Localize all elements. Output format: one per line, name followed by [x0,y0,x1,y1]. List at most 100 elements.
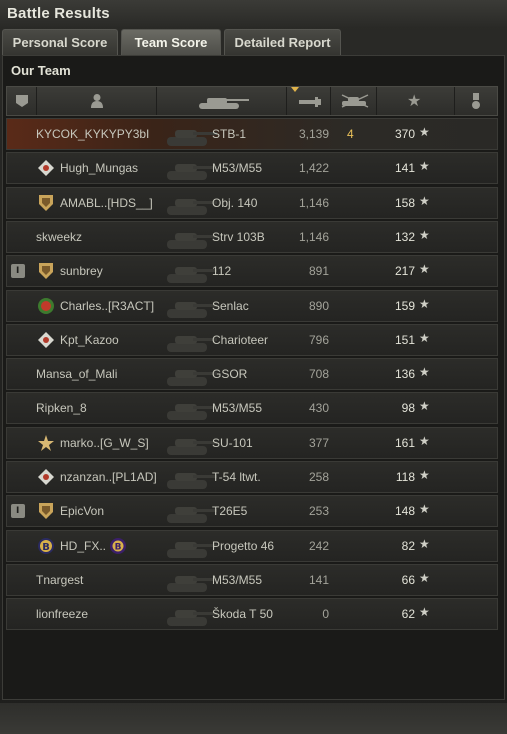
experience-star-icon: ★ [419,468,430,482]
damage-value: 796 [308,332,329,347]
player-name[interactable]: marko..[G_W_S] [60,436,149,450]
experience-star-icon: ★ [419,193,430,208]
damage-value: 242 [308,538,329,553]
experience-star-icon: ★ [419,570,430,585]
tank-name: STB-1 [212,127,247,141]
experience-star-icon: ★ [419,296,430,311]
table-row[interactable]: I EpicVon T26E5 253 148 ★ [6,495,498,528]
player-name[interactable]: AMABL..[HDS__] [60,196,153,210]
bottom-bar [0,703,507,734]
experience-value: 118 [395,470,415,484]
player-name[interactable]: Hugh_Mungas [60,161,138,175]
tab-personal-score[interactable]: Personal Score [2,29,118,55]
player-name[interactable]: nzanzan..[PL1AD] [60,470,157,484]
clan-emblem-icon [39,503,53,520]
table-row[interactable]: marko..[G_W_S] SU-101 377 161 ★ [6,426,498,459]
experience-star-icon: ★ [419,159,430,174]
player-name[interactable]: Charles..[R3ACT] [60,299,154,313]
tank-name: T26E5 [212,504,248,519]
tank-name: Obj. 140 [212,195,258,210]
experience-star-icon: ★ [419,605,430,620]
tank-icon [199,98,249,109]
experience-value: 66 [401,572,415,587]
table-row[interactable]: AMABL..[HDS__] Obj. 140 1,146 158 ★ [6,186,498,219]
experience-star-icon: ★ [419,502,430,517]
medal-icon [472,93,480,109]
table-row[interactable]: skweekz Strv 103B 1,146 132 ★ [6,220,498,253]
player-name[interactable]: lionfreeze [36,607,88,621]
table-row[interactable]: Hugh_Mungas M53/M55 1,422 141 ★ [6,152,498,185]
experience-value: 161 [394,435,415,450]
tank-name: Škoda T 50 [212,607,273,622]
tank-name: M53/M55 [212,572,263,587]
player-name[interactable]: skweekz [36,230,82,244]
table-row[interactable]: B HD_FX.. B Progetto 46 242 82 ★ [6,529,498,562]
tank-name: 112 [212,264,232,279]
clan-emblem-icon [38,160,54,177]
experience-value: 217 [394,264,415,279]
kills-icon [341,94,369,108]
experience-value: 82 [401,538,415,553]
table-row[interactable]: lionfreeze Škoda T 50 0 62 ★ [6,598,498,631]
title-bar: Battle Results [0,0,507,27]
experience-value: 62 [401,607,415,622]
player-name[interactable]: sunbrey [60,264,103,278]
damage-value: 891 [308,264,329,279]
player-name[interactable]: HD_FX.. [60,539,106,553]
damage-value: 1,422 [298,161,329,176]
table-row[interactable]: Mansa_of_Mali GSOR 708 136 ★ [6,358,498,391]
tank-name: SU-101 [212,435,253,450]
col-kills[interactable] [331,87,377,115]
col-platoon[interactable] [7,87,37,115]
table-row[interactable]: nzanzan..[PL1AD] T-54 ltwt. 258 118 ★ [6,461,498,493]
platoon-number: I [16,266,20,277]
tank-name: M53/M55 [212,161,263,176]
experience-value: 136 [394,367,415,382]
battle-results-window: Battle Results Personal Score Team Score… [0,0,507,734]
col-medal[interactable] [455,87,499,115]
table-row[interactable]: Ripken_8 M53/M55 430 98 ★ [6,392,498,425]
tab-team-score[interactable]: Team Score [121,29,221,55]
damage-value: 258 [308,470,329,484]
experience-star-icon: ★ [419,227,430,242]
player-name[interactable]: Tnargest [36,573,83,587]
tank-name: Charioteer [212,332,269,347]
player-name[interactable]: KYCOK_KYKYPY3bI [36,127,149,141]
experience-value: 151 [394,332,415,347]
experience-value: 370 [394,127,415,141]
damage-value: 377 [308,435,329,450]
tank-name: M53/M55 [212,401,263,416]
player-name[interactable]: Mansa_of_Mali [36,367,117,381]
tab-detailed-report[interactable]: Detailed Report [224,29,341,55]
tank-name: T-54 ltwt. [212,470,261,484]
damage-value: 141 [308,572,329,587]
svg-text:B: B [115,542,122,552]
col-experience[interactable]: ★ [377,87,455,115]
table-row[interactable]: Isunbrey 112 891 217 ★ [6,255,498,288]
platoon-badge-icon: I [11,504,25,519]
player-name[interactable]: Ripken_8 [36,401,87,415]
col-player[interactable] [37,87,157,115]
player-name[interactable]: EpicVon [60,504,104,518]
sort-indicator [291,87,299,92]
clan-emblem-icon [38,297,54,314]
tank-name: GSOR [212,367,248,382]
table-row[interactable]: Charles..[R3ACT] Senlac 890 159 ★ [6,289,498,322]
col-tank[interactable] [157,87,287,115]
clan-emblem-icon: B [38,537,54,554]
tank-name: Senlac [212,298,249,313]
damage-value: 708 [308,367,329,382]
player-name[interactable]: Kpt_Kazoo [60,333,119,347]
damage-value: 0 [322,607,329,622]
experience-star-icon: ★ [419,433,430,448]
table-row[interactable]: Kpt_Kazoo Charioteer 796 151 ★ [6,323,498,356]
experience-star-icon: ★ [407,91,422,110]
experience-star-icon: ★ [419,365,430,380]
table-header: ★ [6,86,498,116]
player-icon [91,94,103,108]
player-row[interactable]: KYCOK_KYKYPY3bI STB-1 3,139 4 370 ★ [6,118,498,150]
experience-value: 98 [401,401,415,416]
clan-emblem-icon [39,263,53,280]
experience-star-icon: ★ [419,262,430,277]
table-row[interactable]: Tnargest M53/M55 141 66 ★ [6,563,498,596]
